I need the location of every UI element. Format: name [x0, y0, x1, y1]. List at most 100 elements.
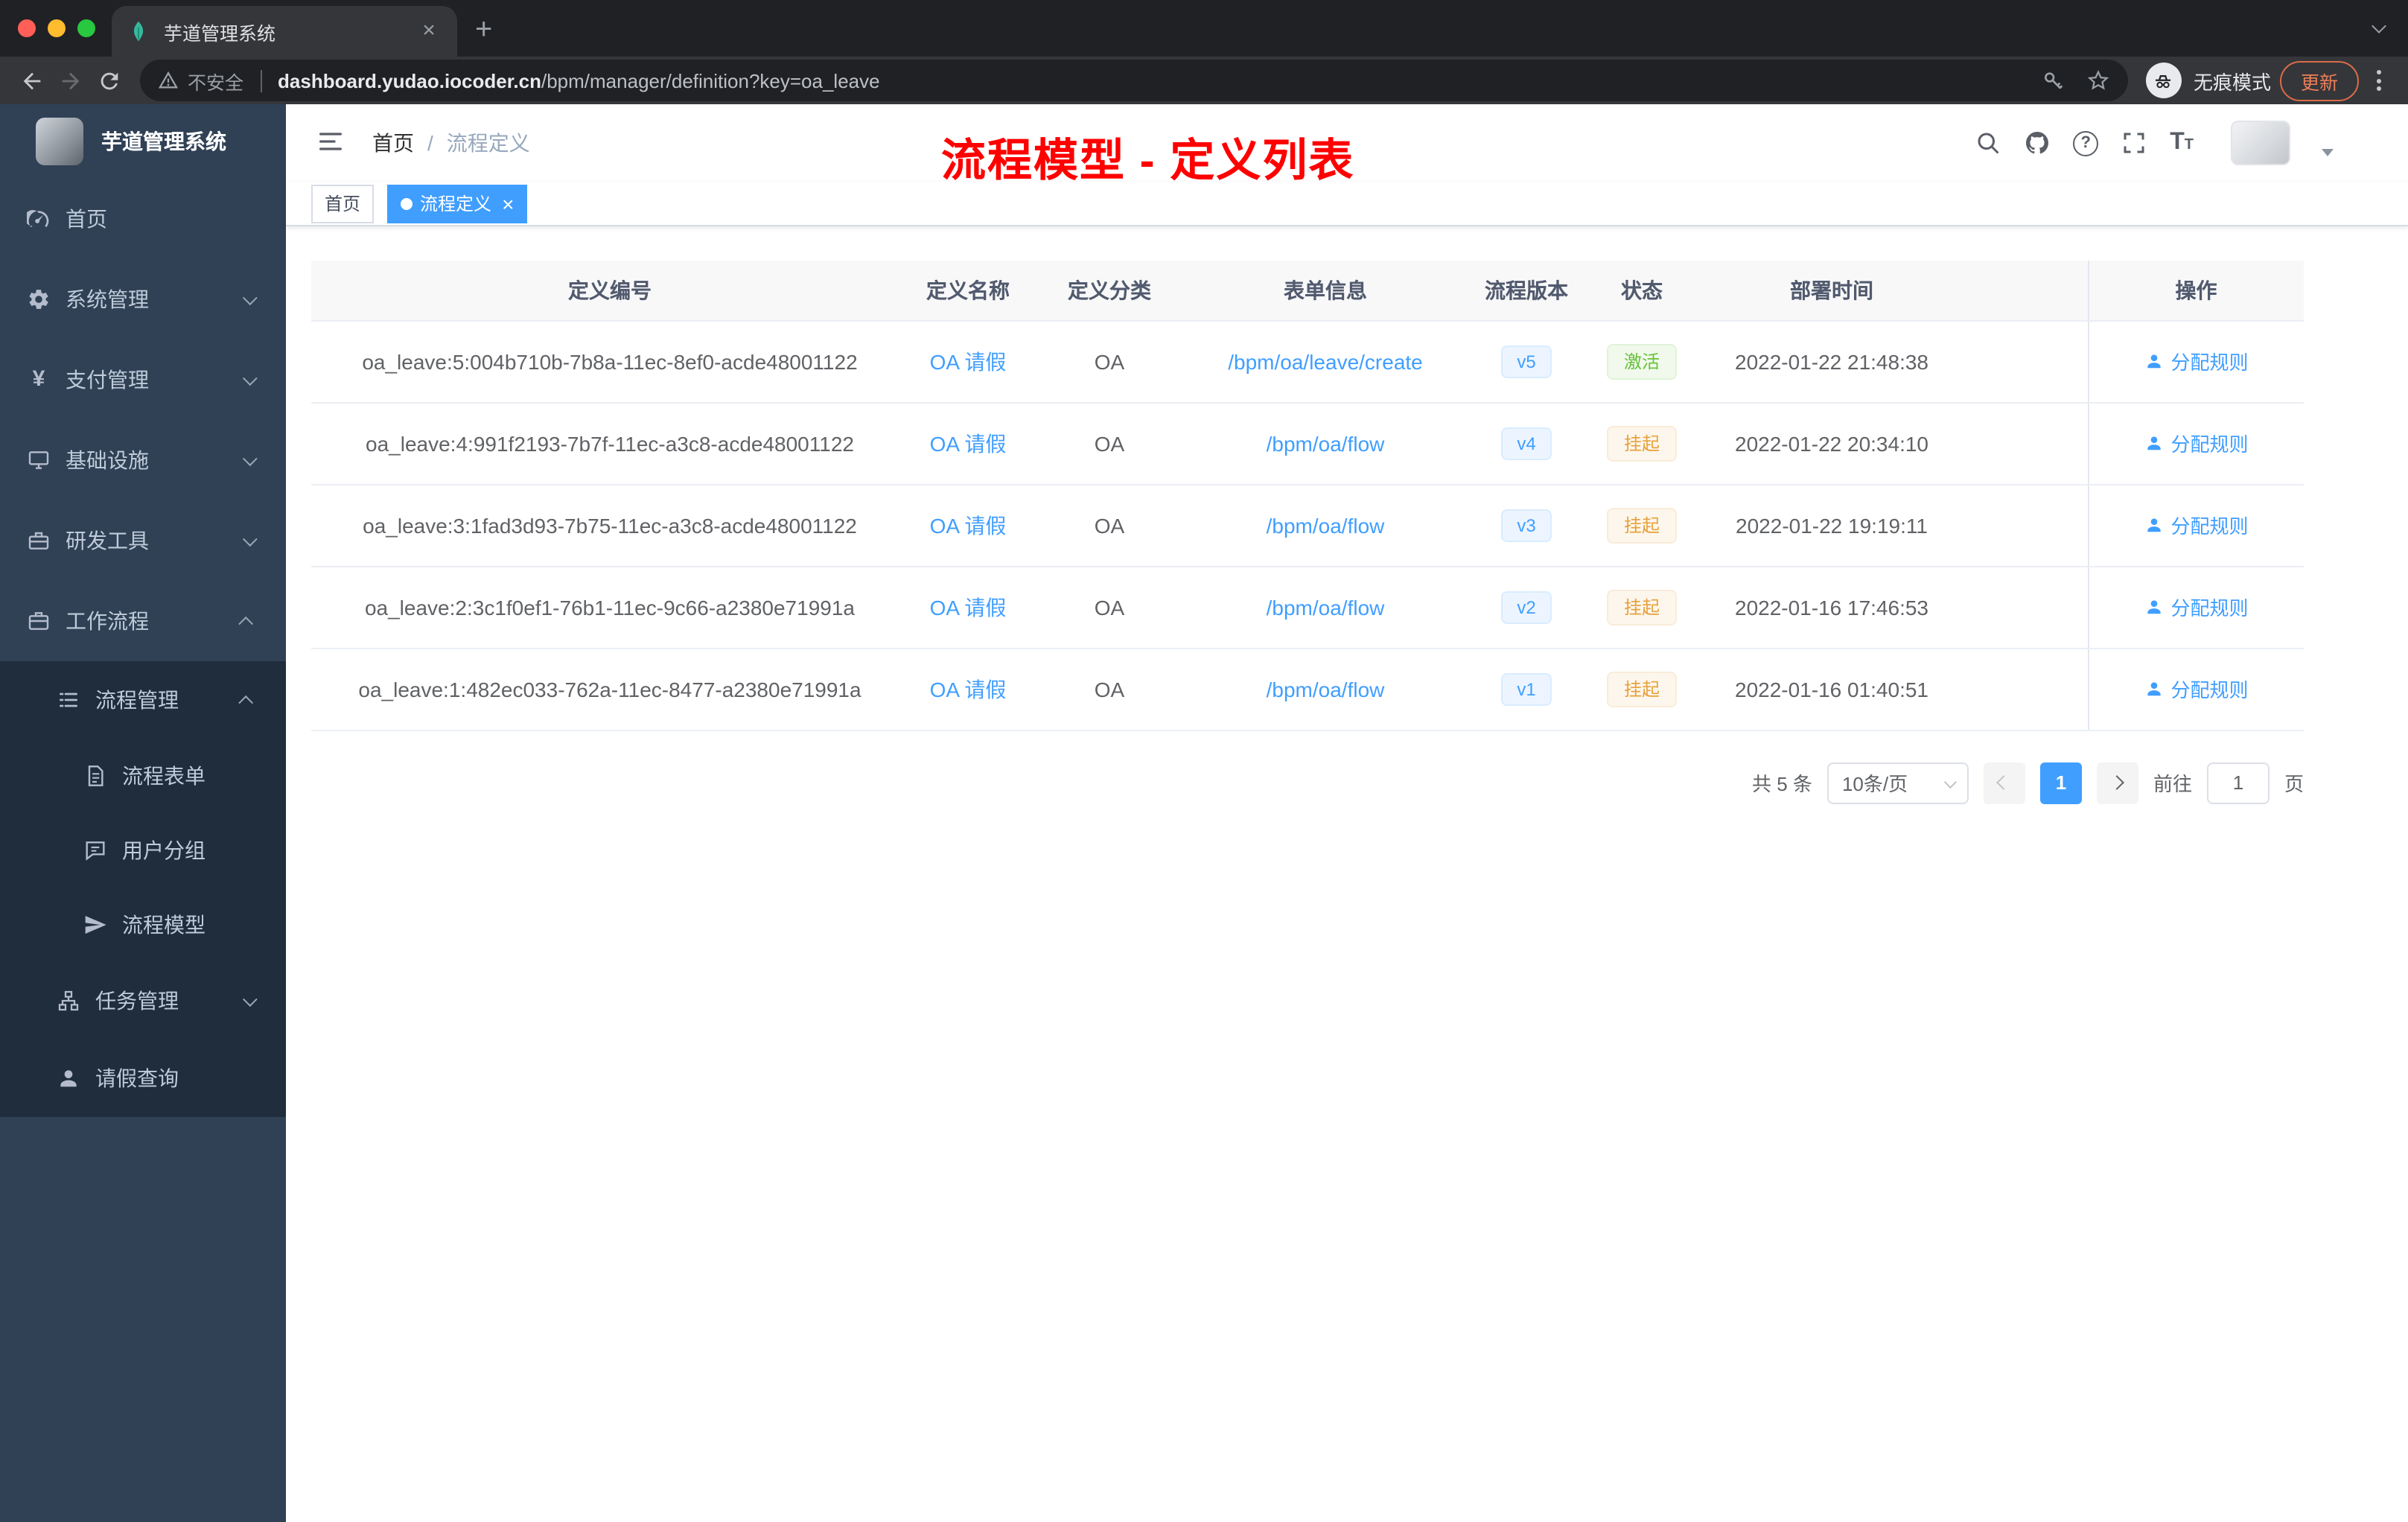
browser-tabstrip: 芋道管理系统 × +: [0, 0, 2408, 57]
table-row: oa_leave:3:1fad3d93-7b75-11ec-a3c8-acde4…: [311, 484, 2304, 567]
version-tag: v5: [1500, 345, 1552, 378]
sidebar-item-payment[interactable]: ¥ 支付管理: [0, 340, 286, 420]
page-content: 定义编号 定义名称 定义分类 表单信息 流程版本 状态 部署时间 操作 oa_l…: [286, 226, 2408, 1522]
org-tree-icon: [57, 989, 80, 1013]
security-chip[interactable]: 不安全: [158, 66, 243, 95]
font-size-icon[interactable]: TT: [2170, 130, 2194, 154]
assign-rule-link[interactable]: 分配规则: [2144, 429, 2249, 457]
browser-menu-icon[interactable]: [2377, 70, 2381, 91]
browser-tab[interactable]: 芋道管理系统 ×: [112, 6, 457, 57]
definition-id: oa_leave:3:1fad3d93-7b75-11ec-a3c8-acde4…: [311, 484, 908, 567]
column-header-status: 状态: [1593, 261, 1690, 321]
definition-id: oa_leave:1:482ec033-762a-11ec-8477-a2380…: [311, 648, 908, 730]
version-tag: v2: [1500, 590, 1552, 623]
form-link[interactable]: /bpm/oa/flow: [1267, 677, 1385, 701]
workflow-submenu: 流程管理 流程表单 用户分组 流程模型 任务管理 请假查询: [0, 661, 286, 1117]
table-header-row: 定义编号 定义名称 定义分类 表单信息 流程版本 状态 部署时间 操作: [311, 261, 2304, 321]
goto-page-input[interactable]: [2206, 762, 2270, 803]
back-button[interactable]: [12, 61, 51, 100]
version-tag: v3: [1500, 509, 1552, 541]
sidebar-item-system[interactable]: 系统管理: [0, 259, 286, 340]
definition-name-link[interactable]: OA 请假: [930, 677, 1007, 701]
status-tag: 挂起: [1607, 507, 1676, 543]
table-row: oa_leave:1:482ec033-762a-11ec-8477-a2380…: [311, 648, 2304, 730]
chevron-up-icon: [238, 615, 254, 631]
help-question-icon[interactable]: ?: [2073, 130, 2099, 156]
deploy-time: 2022-01-22 21:48:38: [1690, 320, 1973, 403]
reload-button[interactable]: [89, 61, 128, 100]
sidebar-item-process-management[interactable]: 流程管理: [0, 661, 286, 739]
assign-rule-link[interactable]: 分配规则: [2144, 593, 2249, 621]
tag-close-icon[interactable]: ×: [502, 193, 514, 214]
assign-rule-link[interactable]: 分配规则: [2144, 511, 2249, 539]
form-link[interactable]: /bpm/oa/leave/create: [1228, 349, 1423, 373]
page-size-select[interactable]: 10条/页: [1826, 762, 1969, 803]
sidebar-item-infrastructure[interactable]: 基础设施: [0, 420, 286, 500]
list-icon: [57, 688, 80, 712]
user-icon: [2147, 354, 2161, 369]
sidebar-item-label: 工作流程: [66, 609, 149, 633]
column-header-version: 流程版本: [1459, 261, 1593, 321]
prev-page-button[interactable]: [1983, 762, 2025, 803]
form-link[interactable]: /bpm/oa/flow: [1267, 431, 1385, 455]
tab-close-icon[interactable]: ×: [415, 18, 442, 45]
url-text: dashboard.yudao.iocoder.cn/bpm/manager/d…: [278, 69, 880, 92]
table-row: oa_leave:4:991f2193-7b7f-11ec-a3c8-acde4…: [311, 402, 2304, 485]
page-number-1[interactable]: 1: [2039, 762, 2082, 803]
tag-process-definition[interactable]: 流程定义 ×: [387, 184, 528, 223]
sidebar-item-home[interactable]: 首页: [0, 179, 286, 259]
sidebar-item-devtools[interactable]: 研发工具: [0, 500, 286, 581]
sidebar-item-task-management[interactable]: 任务管理: [0, 962, 286, 1039]
window-minimize-button[interactable]: [48, 19, 66, 37]
browser-update-button[interactable]: 更新: [2279, 60, 2359, 101]
chevron-down-icon: [242, 370, 258, 386]
definition-name-link[interactable]: OA 请假: [930, 431, 1007, 455]
yen-icon: ¥: [32, 366, 45, 392]
sidebar-item-label: 研发工具: [66, 529, 149, 553]
sidebar-item-leave-query[interactable]: 请假查询: [0, 1039, 286, 1117]
definition-name-link[interactable]: OA 请假: [930, 513, 1007, 537]
tag-home[interactable]: 首页: [311, 184, 375, 223]
forward-button[interactable]: [51, 61, 89, 100]
sidebar-logo-row[interactable]: 芋道管理系统: [0, 104, 286, 179]
assign-rule-link[interactable]: 分配规则: [2144, 675, 2249, 703]
security-label: 不安全: [188, 72, 244, 93]
definition-id: oa_leave:4:991f2193-7b7f-11ec-a3c8-acde4…: [311, 402, 908, 485]
breadcrumb-home[interactable]: 首页: [372, 128, 414, 158]
form-link[interactable]: /bpm/oa/flow: [1267, 595, 1385, 619]
incognito-profile-chip[interactable]: 无痕模式: [2145, 63, 2271, 98]
sidebar-item-process-form[interactable]: 流程表单: [0, 739, 286, 813]
navbar-right-icons: ? TT: [1975, 121, 2408, 165]
user-avatar[interactable]: [2231, 121, 2290, 165]
sidebar-toggle-hamburger-icon[interactable]: [316, 127, 348, 159]
github-icon[interactable]: [2024, 130, 2051, 156]
next-page-button[interactable]: [2096, 762, 2138, 803]
sidebar-item-user-group[interactable]: 用户分组: [0, 813, 286, 888]
fullscreen-icon[interactable]: [2121, 130, 2147, 156]
definition-id: oa_leave:5:004b710b-7b8a-11ec-8ef0-acde4…: [311, 320, 908, 403]
red-annotation-text: 流程模型 - 定义列表: [941, 137, 1355, 186]
definition-name-link[interactable]: OA 请假: [930, 595, 1007, 619]
sidebar-item-workflow[interactable]: 工作流程: [0, 581, 286, 661]
gap-cell: [1973, 402, 2088, 485]
column-header-gap: [1973, 261, 2088, 321]
sidebar-item-process-model[interactable]: 流程模型: [0, 888, 286, 962]
form-link[interactable]: /bpm/oa/flow: [1267, 513, 1385, 537]
search-icon[interactable]: [1975, 130, 2001, 156]
tag-label: 流程定义: [420, 194, 492, 214]
status-tag: 挂起: [1607, 589, 1676, 625]
gap-cell: [1973, 566, 2088, 649]
definition-name-link[interactable]: OA 请假: [930, 349, 1007, 373]
bookmark-star-icon[interactable]: [2086, 69, 2110, 92]
tab-search-chevron-icon[interactable]: [2372, 12, 2386, 39]
definition-category: OA: [1028, 402, 1191, 485]
avatar-dropdown-caret-icon[interactable]: [2322, 148, 2334, 156]
address-bar[interactable]: 不安全 dashboard.yudao.iocoder.cn/bpm/manag…: [140, 60, 2128, 101]
new-tab-button[interactable]: +: [475, 13, 492, 48]
chevron-down-icon: [242, 991, 258, 1007]
assign-rule-link[interactable]: 分配规则: [2144, 347, 2249, 375]
column-header-name: 定义名称: [908, 261, 1028, 321]
window-close-button[interactable]: [18, 19, 36, 37]
window-zoom-button[interactable]: [77, 19, 95, 37]
password-key-icon[interactable]: [2042, 69, 2065, 92]
